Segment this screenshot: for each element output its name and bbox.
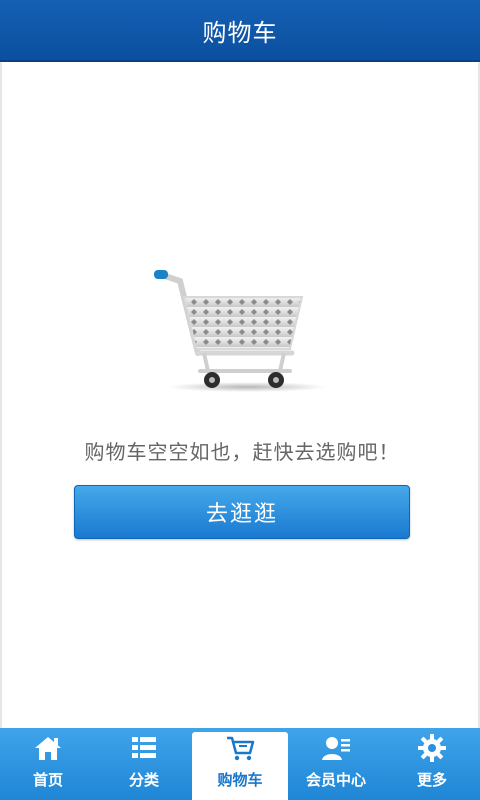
empty-cart-message: 购物车空空如也，赶快去选购吧！ [84, 440, 400, 464]
tab-label-member-center: 会员中心 [305, 771, 366, 789]
tab-more[interactable]: 更多 [384, 728, 480, 800]
tab-label-more: 更多 [416, 771, 447, 789]
empty-cart-illustration [154, 270, 327, 392]
gear-icon [418, 734, 446, 762]
tab-label-cart: 购物车 [217, 771, 263, 789]
tab-cart[interactable]: 购物车 [192, 732, 288, 800]
cart-icon [227, 736, 255, 761]
list-icon [132, 737, 156, 758]
page-title: 购物车 [202, 18, 278, 47]
go-shopping-button[interactable]: 去逛逛 [74, 485, 410, 539]
app-header: 购物车 [0, 0, 480, 62]
tab-category[interactable]: 分类 [96, 728, 192, 800]
home-icon [35, 737, 61, 760]
tab-home[interactable]: 首页 [0, 728, 96, 800]
cart-content: 购物车空空如也，赶快去选购吧！ 去逛逛 [0, 62, 480, 728]
bottom-tabbar: 首页 分类 购物车 会员中心 更多 [0, 728, 480, 800]
user-icon [322, 737, 350, 760]
tab-label-category: 分类 [128, 771, 159, 789]
tab-label-home: 首页 [32, 771, 63, 789]
tab-member-center[interactable]: 会员中心 [288, 728, 384, 800]
